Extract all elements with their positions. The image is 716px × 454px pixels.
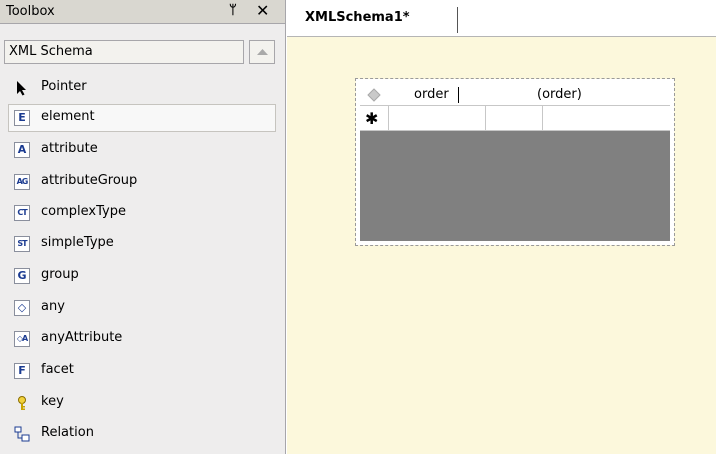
toolbox-item-facet[interactable]: F facet	[8, 357, 276, 385]
toolbox-tab-xml-schema[interactable]: XML Schema	[4, 40, 244, 64]
group-icon: G	[14, 268, 30, 284]
toolbox-item-any-attribute[interactable]: ◇A anyAttribute	[8, 325, 276, 353]
any-icon: ◇	[14, 300, 30, 316]
toolbox-item-key[interactable]: key	[8, 389, 276, 417]
toolbox-tab-label: XML Schema	[9, 44, 93, 59]
document-tab-label: XMLSchema1*	[305, 10, 410, 25]
element-type-cell[interactable]: (order)	[537, 87, 582, 102]
toolbox-item-label: element	[41, 109, 95, 124]
toolbox-item-label: facet	[41, 362, 74, 377]
toolbox-item-label: anyAttribute	[41, 330, 123, 345]
cell-divider	[542, 106, 543, 130]
toolbox-item-group[interactable]: G group	[8, 262, 276, 290]
toolbox-item-label: any	[41, 299, 65, 314]
toolbox-item-pointer[interactable]: Pointer	[8, 74, 276, 102]
toolbox-titlebar[interactable]: Toolbox ᛘ ✕	[0, 0, 285, 24]
toolbox-item-label: Relation	[41, 425, 94, 440]
toolbox-item-label: group	[41, 267, 79, 282]
element-diamond-icon	[367, 88, 381, 102]
new-row-icon: ✱	[365, 109, 379, 128]
toolbox-item-label: simpleType	[41, 235, 114, 250]
simple-type-icon: ST	[14, 236, 30, 252]
toolbox-item-attribute-group[interactable]: AG attributeGroup	[8, 168, 276, 196]
toolbox-panel: Toolbox ᛘ ✕ XML Schema Pointer E element…	[0, 0, 286, 454]
toolbox-item-element[interactable]: E element	[8, 104, 276, 132]
toolbox-item-simple-type[interactable]: ST simpleType	[8, 230, 276, 258]
complex-type-icon: CT	[14, 205, 30, 221]
toolbox-item-label: Pointer	[41, 79, 87, 94]
element-name-input[interactable]: order	[414, 87, 449, 102]
toolbox-item-attribute[interactable]: A attribute	[8, 136, 276, 164]
cell-divider	[485, 106, 486, 130]
close-icon[interactable]: ✕	[256, 1, 269, 20]
toolbox-item-relation[interactable]: Relation	[8, 420, 276, 448]
new-row[interactable]: ✱	[360, 106, 670, 131]
toolbox-item-any[interactable]: ◇ any	[8, 294, 276, 322]
relation-icon	[14, 426, 30, 442]
schema-design-surface[interactable]: order (order) ✱	[287, 37, 716, 454]
element-header-row[interactable]: order (order)	[360, 83, 670, 106]
text-caret	[458, 87, 459, 103]
element-icon: E	[14, 110, 30, 126]
pin-icon[interactable]: ᛘ	[229, 3, 237, 18]
cell-divider	[388, 106, 389, 130]
toolbox-item-label: attribute	[41, 141, 98, 156]
attribute-group-icon: AG	[14, 174, 30, 190]
toolbox-item-complex-type[interactable]: CT complexType	[8, 199, 276, 227]
key-icon	[14, 395, 30, 411]
document-tabstrip: XMLSchema1*	[287, 0, 716, 37]
toolbox-item-label: key	[41, 394, 64, 409]
toolbox-item-label: attributeGroup	[41, 173, 138, 188]
toolbox-title: Toolbox	[6, 4, 55, 19]
any-attribute-icon: ◇A	[14, 331, 30, 347]
tab-xmlschema1[interactable]: XMLSchema1*	[297, 7, 458, 33]
scroll-up-icon	[257, 49, 268, 55]
facet-icon: F	[14, 363, 30, 379]
attribute-icon: A	[14, 142, 30, 158]
pointer-icon	[14, 80, 30, 96]
toolbox-item-label: complexType	[41, 204, 126, 219]
scroll-up-button[interactable]	[249, 40, 275, 64]
schema-element-order[interactable]: order (order) ✱	[355, 78, 675, 246]
